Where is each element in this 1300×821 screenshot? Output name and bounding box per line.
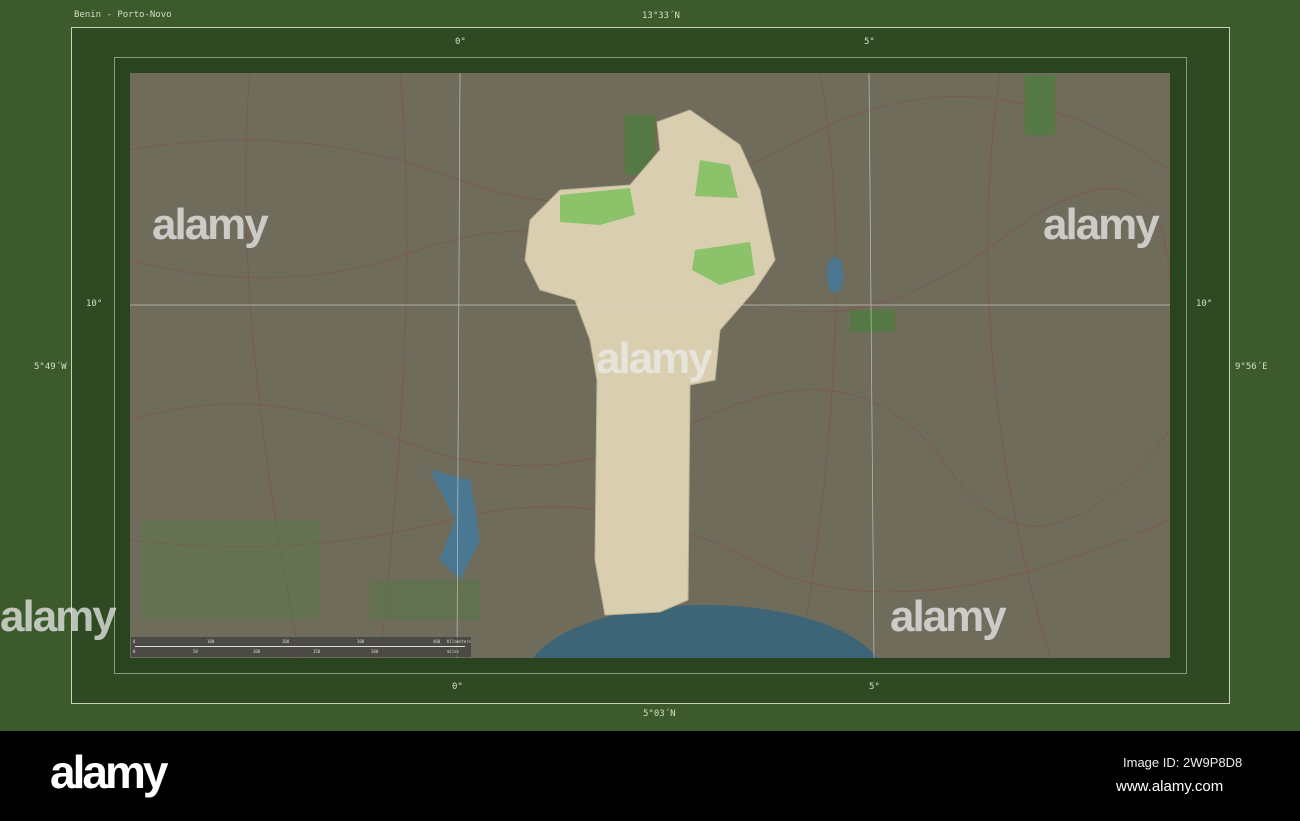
ocean (532, 605, 878, 658)
scale-tick: 0 (133, 639, 136, 644)
footer-bar: alamy Image ID: 2W9P8D8 www.alamy.com (0, 731, 1300, 821)
scale-tick: 0 (133, 649, 136, 654)
image-id: Image ID: 2W9P8D8 (1123, 755, 1243, 770)
scale-unit: miles (447, 649, 460, 654)
scale-tick: 200 (282, 639, 290, 644)
grid-label-lon-5-top: 5° (864, 37, 875, 47)
lat-bottom-label: 5°03´N (643, 709, 676, 719)
scale-tick: 50 (193, 649, 198, 654)
grid-label-lon-5-bottom: 5° (869, 682, 880, 692)
scale-tick: 100 (207, 639, 215, 644)
grid-label-lon-0-bottom: 0° (452, 682, 463, 692)
lon-right-label: 9°56´E (1235, 362, 1268, 372)
scale-tick: 150 (313, 649, 321, 654)
grid-label-lat-10-left: 10° (86, 299, 103, 309)
watermark: alamy (596, 334, 713, 383)
lon-left-label: 5°49´W (34, 362, 67, 372)
watermark: alamy (0, 592, 117, 641)
lat-top-label: 13°33´N (642, 11, 680, 21)
scale-tick: 300 (357, 639, 365, 644)
grid-label-lat-10-right: 10° (1196, 299, 1213, 309)
map-title: Benin - Porto-Novo (74, 10, 172, 20)
scale-tick: 200 (371, 649, 379, 654)
grid-label-lon-0-top: 0° (455, 37, 466, 47)
scale-bar: 0 100 200 300 400 Kilometers 0 50 100 15… (131, 637, 471, 657)
alamy-logo: alamy (50, 746, 168, 798)
watermark: alamy (890, 592, 1007, 641)
scale-tick: 100 (253, 649, 261, 654)
watermark: alamy (152, 200, 269, 249)
scale-unit: Kilometers (447, 639, 472, 644)
scale-tick: 400 (433, 639, 441, 644)
watermark: alamy (1043, 200, 1160, 249)
alamy-url[interactable]: www.alamy.com (1116, 778, 1223, 795)
